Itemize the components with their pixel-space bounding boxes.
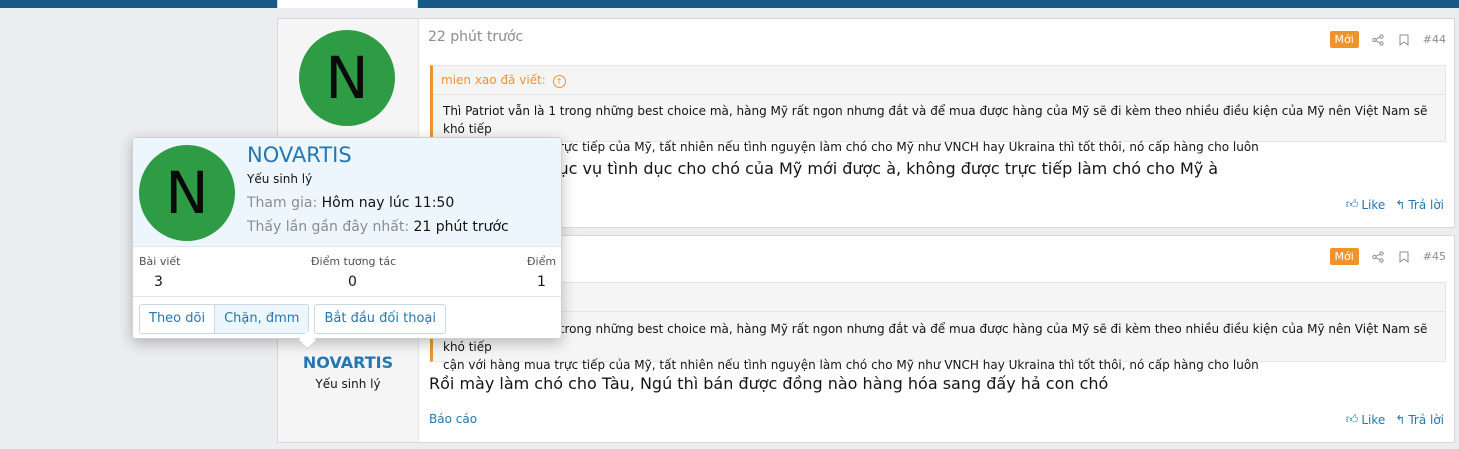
bookmark-icon[interactable]	[1397, 250, 1411, 264]
stat-value-points[interactable]: 1	[537, 274, 546, 290]
member-joined: Tham gia: Hôm nay lúc 11:50	[247, 195, 455, 211]
member-card-buttons: Theo dõi Chặn, đmm Bắt đầu đối thoại	[139, 304, 446, 334]
share-icon[interactable]	[1371, 33, 1385, 47]
quote-divider	[433, 94, 1445, 95]
start-conversation-button[interactable]: Bắt đầu đối thoại	[314, 304, 446, 334]
post-message: Rồi mày làm chó cho Tàu, Ngú thì bán đượ…	[429, 374, 1109, 393]
member-card-header: N NOVARTIS Yếu sinh lý Tham gia: Hôm nay…	[133, 138, 561, 247]
card-divider	[133, 296, 561, 297]
quote-author[interactable]: mien xao đã viết: ↑	[441, 73, 566, 88]
post-45-user-title: Yếu sinh lý	[315, 377, 381, 391]
post-time[interactable]: 22 phút trước	[428, 29, 523, 45]
thumbs-up-icon: 👍︎	[1345, 412, 1359, 426]
like-button[interactable]: 👍︎ Like	[1346, 197, 1385, 212]
post-footer-actions: 👍︎ Like ↰ Trả lời	[1346, 197, 1444, 212]
new-badge: Mới	[1329, 31, 1359, 48]
quote-block: Thì Patriot vẫn là 1 trong những best ch…	[430, 282, 1446, 372]
avatar-letter: N	[165, 159, 209, 227]
post-footer-actions: 👍︎ Like ↰ Trả lời	[1346, 412, 1444, 427]
member-card-name[interactable]: NOVARTIS	[247, 143, 352, 167]
stat-label-points: Điểm	[527, 255, 557, 268]
avatar-letter: N	[325, 44, 369, 112]
reply-arrow-icon: ↰	[1395, 412, 1406, 427]
report-link[interactable]: Báo cáo	[429, 412, 477, 426]
reply-button[interactable]: ↰ Trả lời	[1395, 197, 1444, 212]
share-icon[interactable]	[1371, 250, 1385, 264]
member-tooltip-card: N NOVARTIS Yếu sinh lý Tham gia: Hôm nay…	[132, 137, 562, 350]
post-45-body: Mới #45 Thì Patriot vẫn là 1 trong những…	[419, 236, 1454, 442]
member-last-seen: Thấy lần gần đây nhất: 21 phút trước	[247, 219, 509, 235]
stat-value-reactions[interactable]: 0	[348, 274, 357, 290]
post-number[interactable]: #44	[1423, 33, 1446, 46]
follow-button[interactable]: Theo dõi	[139, 304, 216, 334]
new-badge: Mới	[1329, 248, 1359, 265]
bookmark-icon[interactable]	[1397, 33, 1411, 47]
thumbs-up-icon: 👍︎	[1345, 197, 1359, 211]
quote-text: Thì Patriot vẫn là 1 trong những best ch…	[443, 104, 1428, 154]
stat-label-posts: Bài viết	[139, 255, 181, 268]
like-button[interactable]: 👍︎ Like	[1346, 412, 1385, 427]
reply-button[interactable]: ↰ Trả lời	[1395, 412, 1444, 427]
member-card-avatar[interactable]: N	[139, 145, 235, 241]
post-actions: Mới #44	[1329, 31, 1446, 48]
block-button[interactable]: Chặn, đmm	[215, 304, 310, 334]
quote-block: mien xao đã viết: ↑ Thì Patriot vẫn là 1…	[430, 65, 1446, 154]
arrow-up-circle-icon[interactable]: ↑	[552, 75, 566, 88]
post-number[interactable]: #45	[1423, 250, 1446, 263]
post-45-username[interactable]: NOVARTIS	[278, 353, 418, 372]
post-44-avatar[interactable]: N	[299, 30, 395, 126]
post-44-body: 22 phút trước Mới #44 mien xao đã viết: …	[419, 19, 1454, 227]
top-nav-bar	[0, 0, 1459, 8]
reply-arrow-icon: ↰	[1395, 197, 1406, 212]
stat-value-posts[interactable]: 3	[154, 274, 163, 290]
stat-label-reactions: Điểm tương tác	[311, 255, 397, 268]
member-card-title: Yếu sinh lý	[247, 172, 313, 186]
post-actions: Mới #45	[1329, 248, 1446, 265]
quote-text: Thì Patriot vẫn là 1 trong những best ch…	[443, 322, 1428, 372]
top-nav-active-tab[interactable]	[277, 0, 418, 8]
quote-divider	[433, 311, 1445, 312]
